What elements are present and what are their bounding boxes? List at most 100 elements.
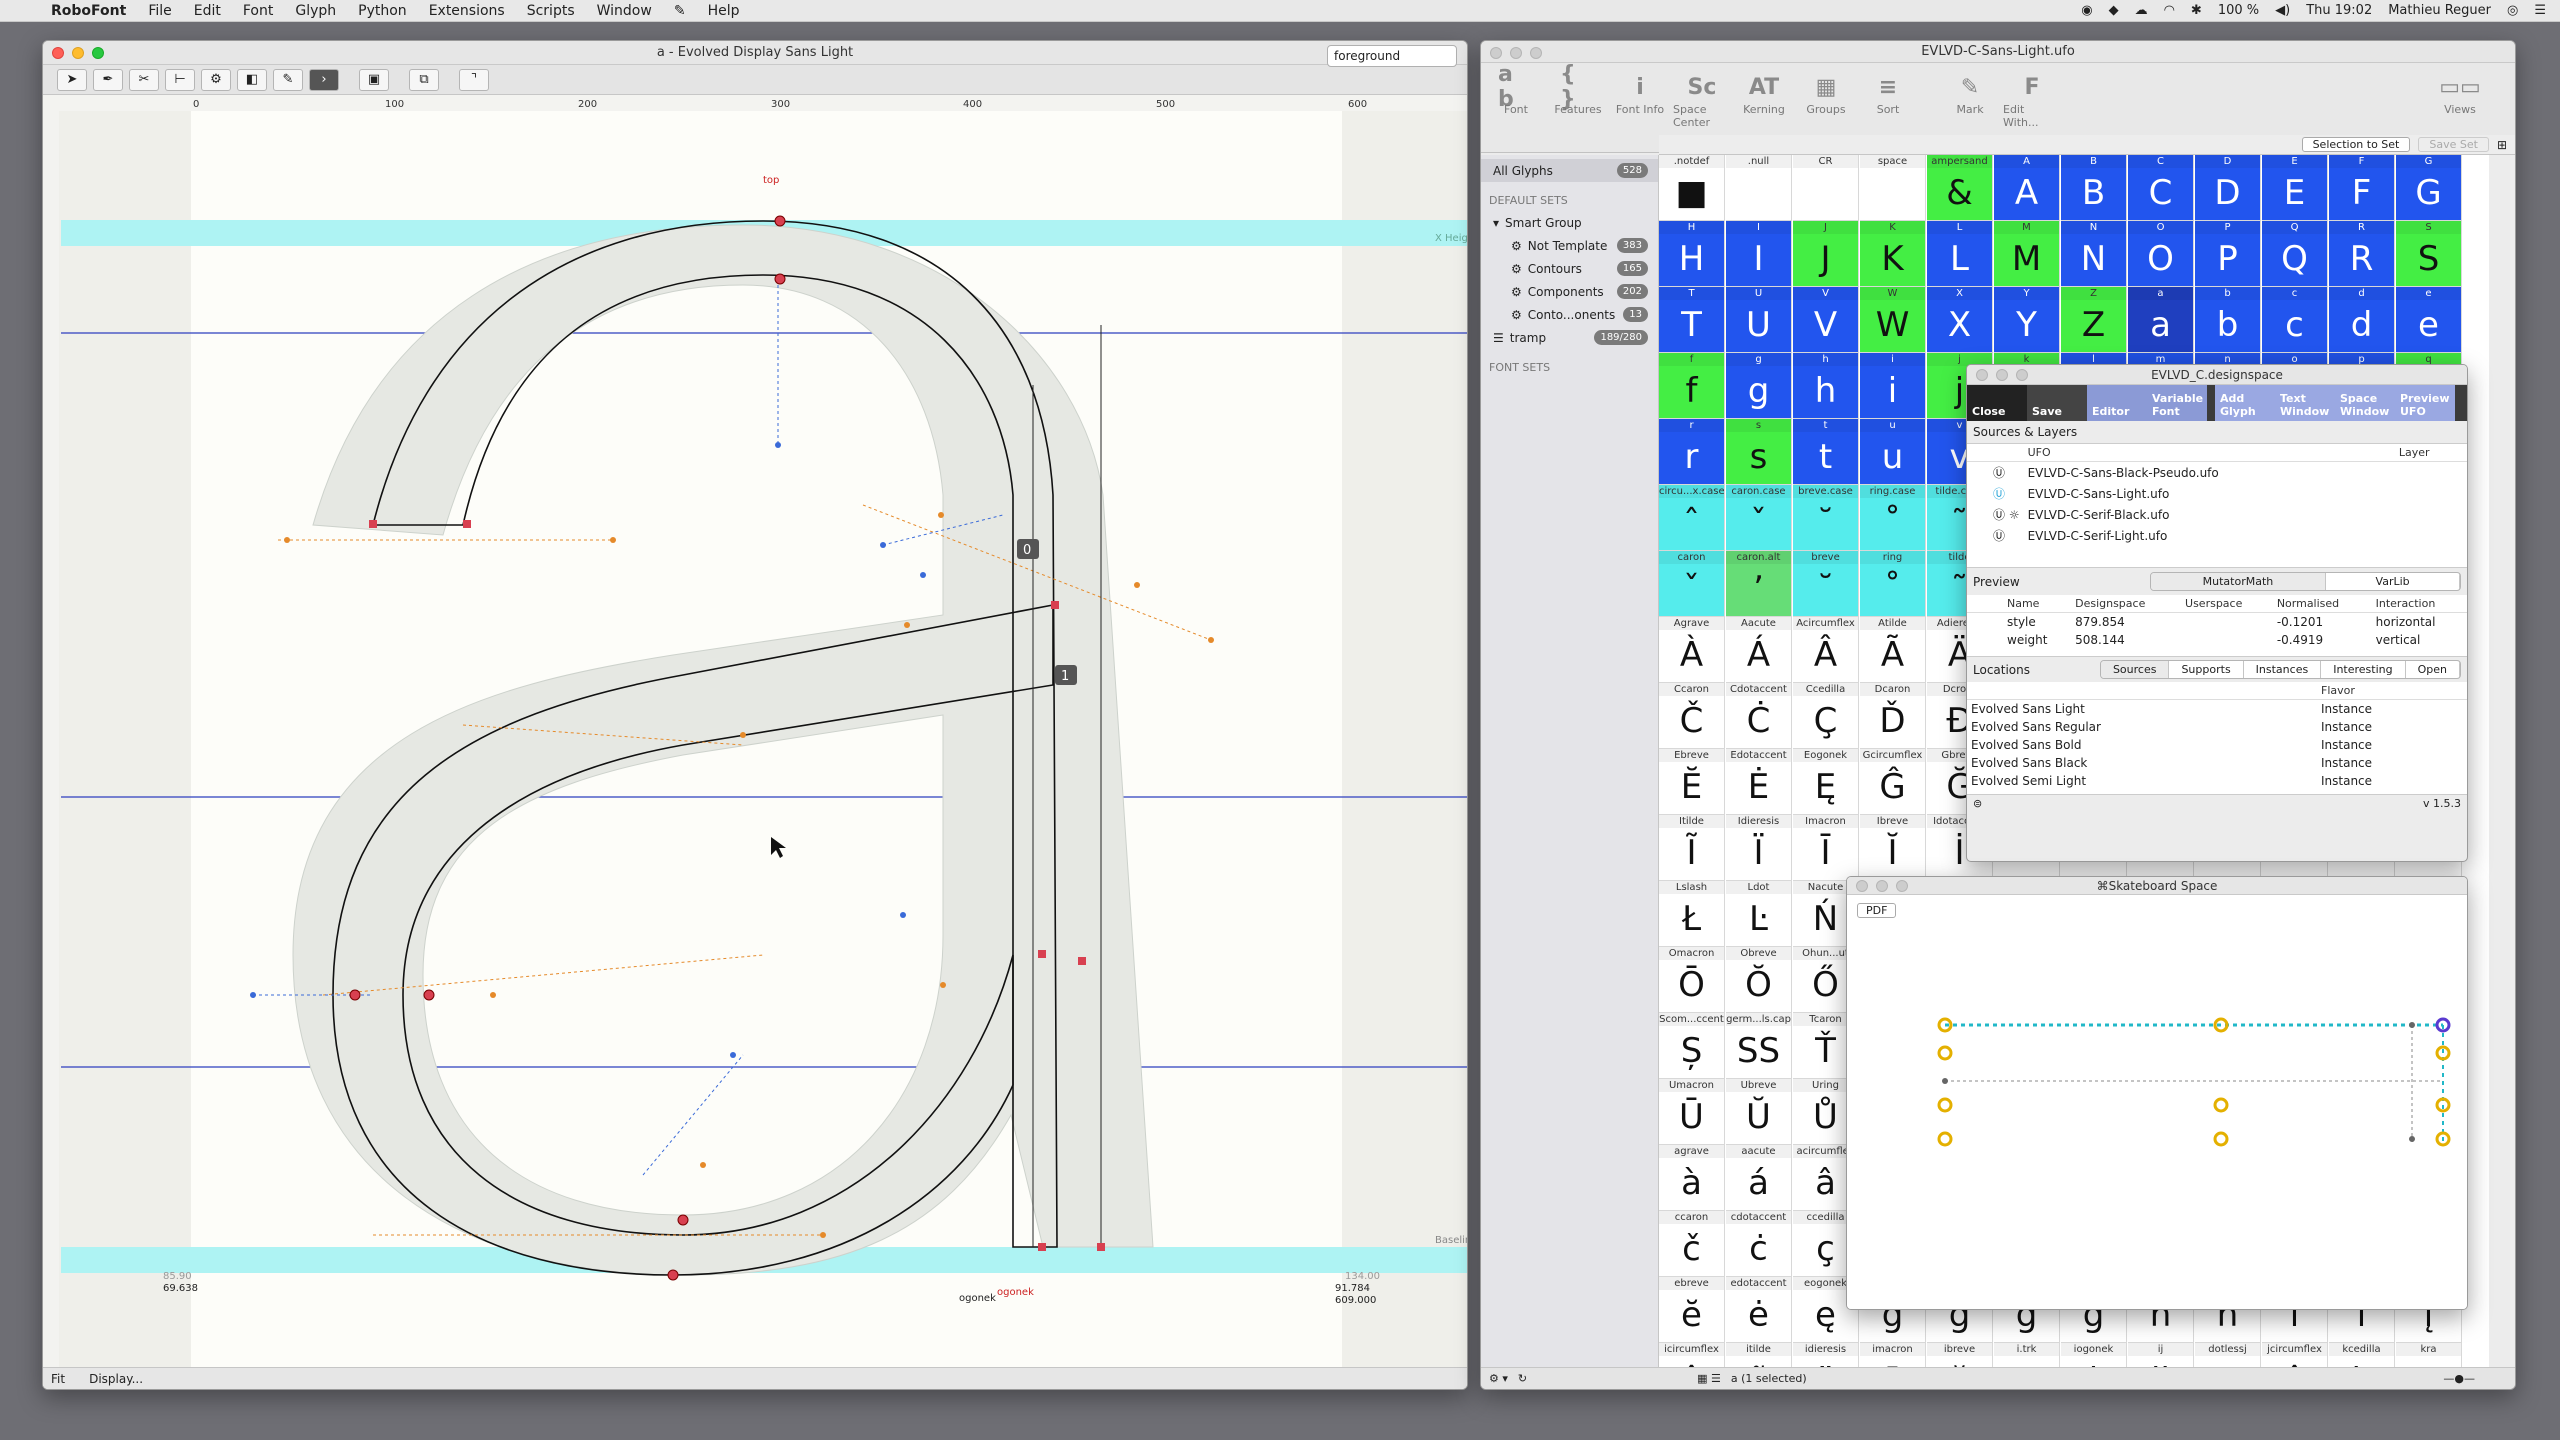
notification-icon[interactable]: ☰: [2534, 3, 2546, 18]
sort-button[interactable]: ≡ Sort: [1859, 71, 1917, 117]
menu-python[interactable]: Python: [347, 3, 418, 19]
glyph-cell[interactable]: ampersand &: [1927, 155, 1993, 221]
source-row[interactable]: Ⓤ EVLVD-C-Sans-Black-Pseudo.ufo: [1967, 462, 2467, 484]
glyph-cell[interactable]: TT: [1659, 287, 1725, 353]
glyph-cell[interactable]: PP: [2195, 221, 2261, 287]
tab-varlib[interactable]: VarLib: [2326, 573, 2460, 590]
glyph-cell[interactable]: MM: [1994, 221, 2060, 287]
ds-editor-button[interactable]: Editor: [2087, 385, 2147, 421]
glyph-cell[interactable]: Lslash Ł: [1659, 881, 1725, 947]
minimize-button[interactable]: [1996, 369, 2008, 381]
glyph-cell[interactable]: JJ: [1793, 221, 1859, 287]
glyph-cell[interactable]: caron ˇ: [1659, 551, 1725, 617]
zoom-button[interactable]: [92, 47, 104, 59]
zoom-button[interactable]: [2016, 369, 2028, 381]
glyph-cell[interactable]: breve.case ˘: [1793, 485, 1859, 551]
menu-scripts[interactable]: Scripts: [516, 3, 586, 19]
glyph-cell[interactable]: BB: [2061, 155, 2127, 221]
glyph-cell[interactable]: caron.alt ʼ: [1726, 551, 1792, 617]
set-row[interactable]: ⚙ Not Template 383: [1481, 234, 1658, 257]
skateboard-canvas[interactable]: PDF: [1847, 895, 2467, 1309]
record-icon[interactable]: ◉: [2081, 3, 2092, 18]
bluetooth-icon[interactable]: ✱: [2191, 3, 2202, 18]
glyph-cell[interactable]: uu: [1860, 419, 1926, 485]
set-row[interactable]: ⚙ Conto...onents 13: [1481, 303, 1658, 326]
glyph-cell[interactable]: Ccaron Č: [1659, 683, 1725, 749]
tab-mutatormath[interactable]: MutatorMath: [2150, 573, 2327, 590]
glyph-cell[interactable]: Scom...ccent Ș: [1659, 1013, 1725, 1079]
glyph-cell[interactable]: LL: [1927, 221, 1993, 287]
glyph-cell[interactable]: germ...ls.cap SS: [1726, 1013, 1792, 1079]
glyph-cell[interactable]: .notdef ■: [1659, 155, 1725, 221]
pdf-button[interactable]: PDF: [1857, 903, 1897, 918]
glyph-cell[interactable]: GG: [2396, 155, 2462, 221]
font-info-button[interactable]: i Font Info: [1611, 71, 1669, 117]
space-center-button[interactable]: Sc Space Center: [1673, 71, 1731, 130]
tab-sources[interactable]: Sources: [2100, 661, 2170, 678]
shape-tool-icon[interactable]: ⚙: [201, 68, 231, 91]
menu-help[interactable]: Help: [697, 3, 751, 19]
glyph-cell[interactable]: NN: [2061, 221, 2127, 287]
glyph-cell[interactable]: Acircumflex Â: [1793, 617, 1859, 683]
refresh-icon[interactable]: ↻: [1518, 1372, 1527, 1385]
glyph-cell[interactable]: DD: [2195, 155, 2261, 221]
menu-font[interactable]: Font: [232, 3, 284, 19]
glyph-cell[interactable]: WW: [1860, 287, 1926, 353]
selection-to-set-button[interactable]: Selection to Set: [2301, 137, 2411, 152]
layers-tool-icon[interactable]: ▣: [359, 68, 389, 91]
user-name[interactable]: Mathieu Reguer: [2388, 3, 2491, 18]
col-ufo[interactable]: UFO: [2024, 444, 2395, 462]
glyph-cell[interactable]: aa: [2128, 287, 2194, 353]
glyph-cell[interactable]: Cdotaccent Ċ: [1726, 683, 1792, 749]
instance-row[interactable]: Evolved Sans Light Instance: [1967, 700, 2467, 719]
tab-open[interactable]: Open: [2406, 661, 2460, 678]
kerning-button[interactable]: AT Kerning: [1735, 71, 1793, 117]
glyph-cell[interactable]: Ebreve Ĕ: [1659, 749, 1725, 815]
axis-interaction[interactable]: horizontal: [2372, 613, 2467, 632]
bezier-tool-icon[interactable]: ✒: [93, 68, 123, 91]
zoom-fit[interactable]: Fit: [51, 1372, 65, 1386]
glyph-cell[interactable]: Aacute Á: [1726, 617, 1792, 683]
cloud-icon[interactable]: ☁: [2135, 3, 2148, 18]
axes-table[interactable]: Name Designspace Userspace Normalised Intera…: [1967, 595, 2467, 657]
glyph-cell[interactable]: Atilde Ã: [1860, 617, 1926, 683]
glyph-cell[interactable]: Umacron Ū: [1659, 1079, 1725, 1145]
glyph-cell[interactable]: ring ˚: [1860, 551, 1926, 617]
groups-button[interactable]: ▦ Groups: [1797, 71, 1855, 117]
glyph-cell[interactable]: tt: [1793, 419, 1859, 485]
glyph-cell[interactable]: bb: [2195, 287, 2261, 353]
close-button[interactable]: [52, 47, 64, 59]
glyph-canvas[interactable]: 0 100 200 300 400 500 600 X Height Basel…: [43, 95, 1467, 1389]
mark-button[interactable]: ✎ Mark: [1941, 71, 1999, 117]
glyph-cell[interactable]: space: [1860, 155, 1926, 221]
dropbox-icon[interactable]: ◆: [2109, 3, 2119, 18]
glyph-cell[interactable]: Agrave À: [1659, 617, 1725, 683]
instance-row[interactable]: Evolved Sans Black Instance: [1967, 754, 2467, 772]
glyph-cell[interactable]: HH: [1659, 221, 1725, 287]
glyph-cell[interactable]: Edotaccent Ė: [1726, 749, 1792, 815]
locations-table[interactable]: Flavor Evolved Sans Light Instance Evolve…: [1967, 682, 2467, 794]
pointer-tool-icon[interactable]: ➤: [57, 68, 87, 91]
ds-space-window-button[interactable]: Space Window: [2335, 385, 2395, 421]
knife-tool-icon[interactable]: ✂: [129, 68, 159, 91]
edit-with-button[interactable]: F Edit With...: [2003, 71, 2061, 130]
glyph-cell[interactable]: Idieresis Ï: [1726, 815, 1792, 881]
glyph-cell[interactable]: ccaron č: [1659, 1211, 1725, 1277]
glyph-cell[interactable]: hh: [1793, 353, 1859, 419]
features-button[interactable]: { } Features: [1549, 62, 1607, 116]
ds-text-window-button[interactable]: Text Window: [2275, 385, 2335, 421]
glyph-cell[interactable]: II: [1726, 221, 1792, 287]
glyph-cell[interactable]: Itilde Ĩ: [1659, 815, 1725, 881]
glyph-cell[interactable]: UU: [1726, 287, 1792, 353]
corner-tool-icon[interactable]: ⌝: [459, 68, 489, 91]
glyph-cell[interactable]: ring.case ˚: [1860, 485, 1926, 551]
close-button[interactable]: [1856, 880, 1868, 892]
glyph-cell[interactable]: AA: [1994, 155, 2060, 221]
menu-file[interactable]: File: [137, 3, 182, 19]
zoom-button[interactable]: [1530, 47, 1542, 59]
cell-size-slider[interactable]: —●—: [2443, 1372, 2475, 1385]
zoom-button[interactable]: [1896, 880, 1908, 892]
layer-select[interactable]: foreground: [1327, 45, 1457, 67]
glyph-cell[interactable]: RR: [2329, 221, 2395, 287]
glyph-cell[interactable]: CC: [2128, 155, 2194, 221]
